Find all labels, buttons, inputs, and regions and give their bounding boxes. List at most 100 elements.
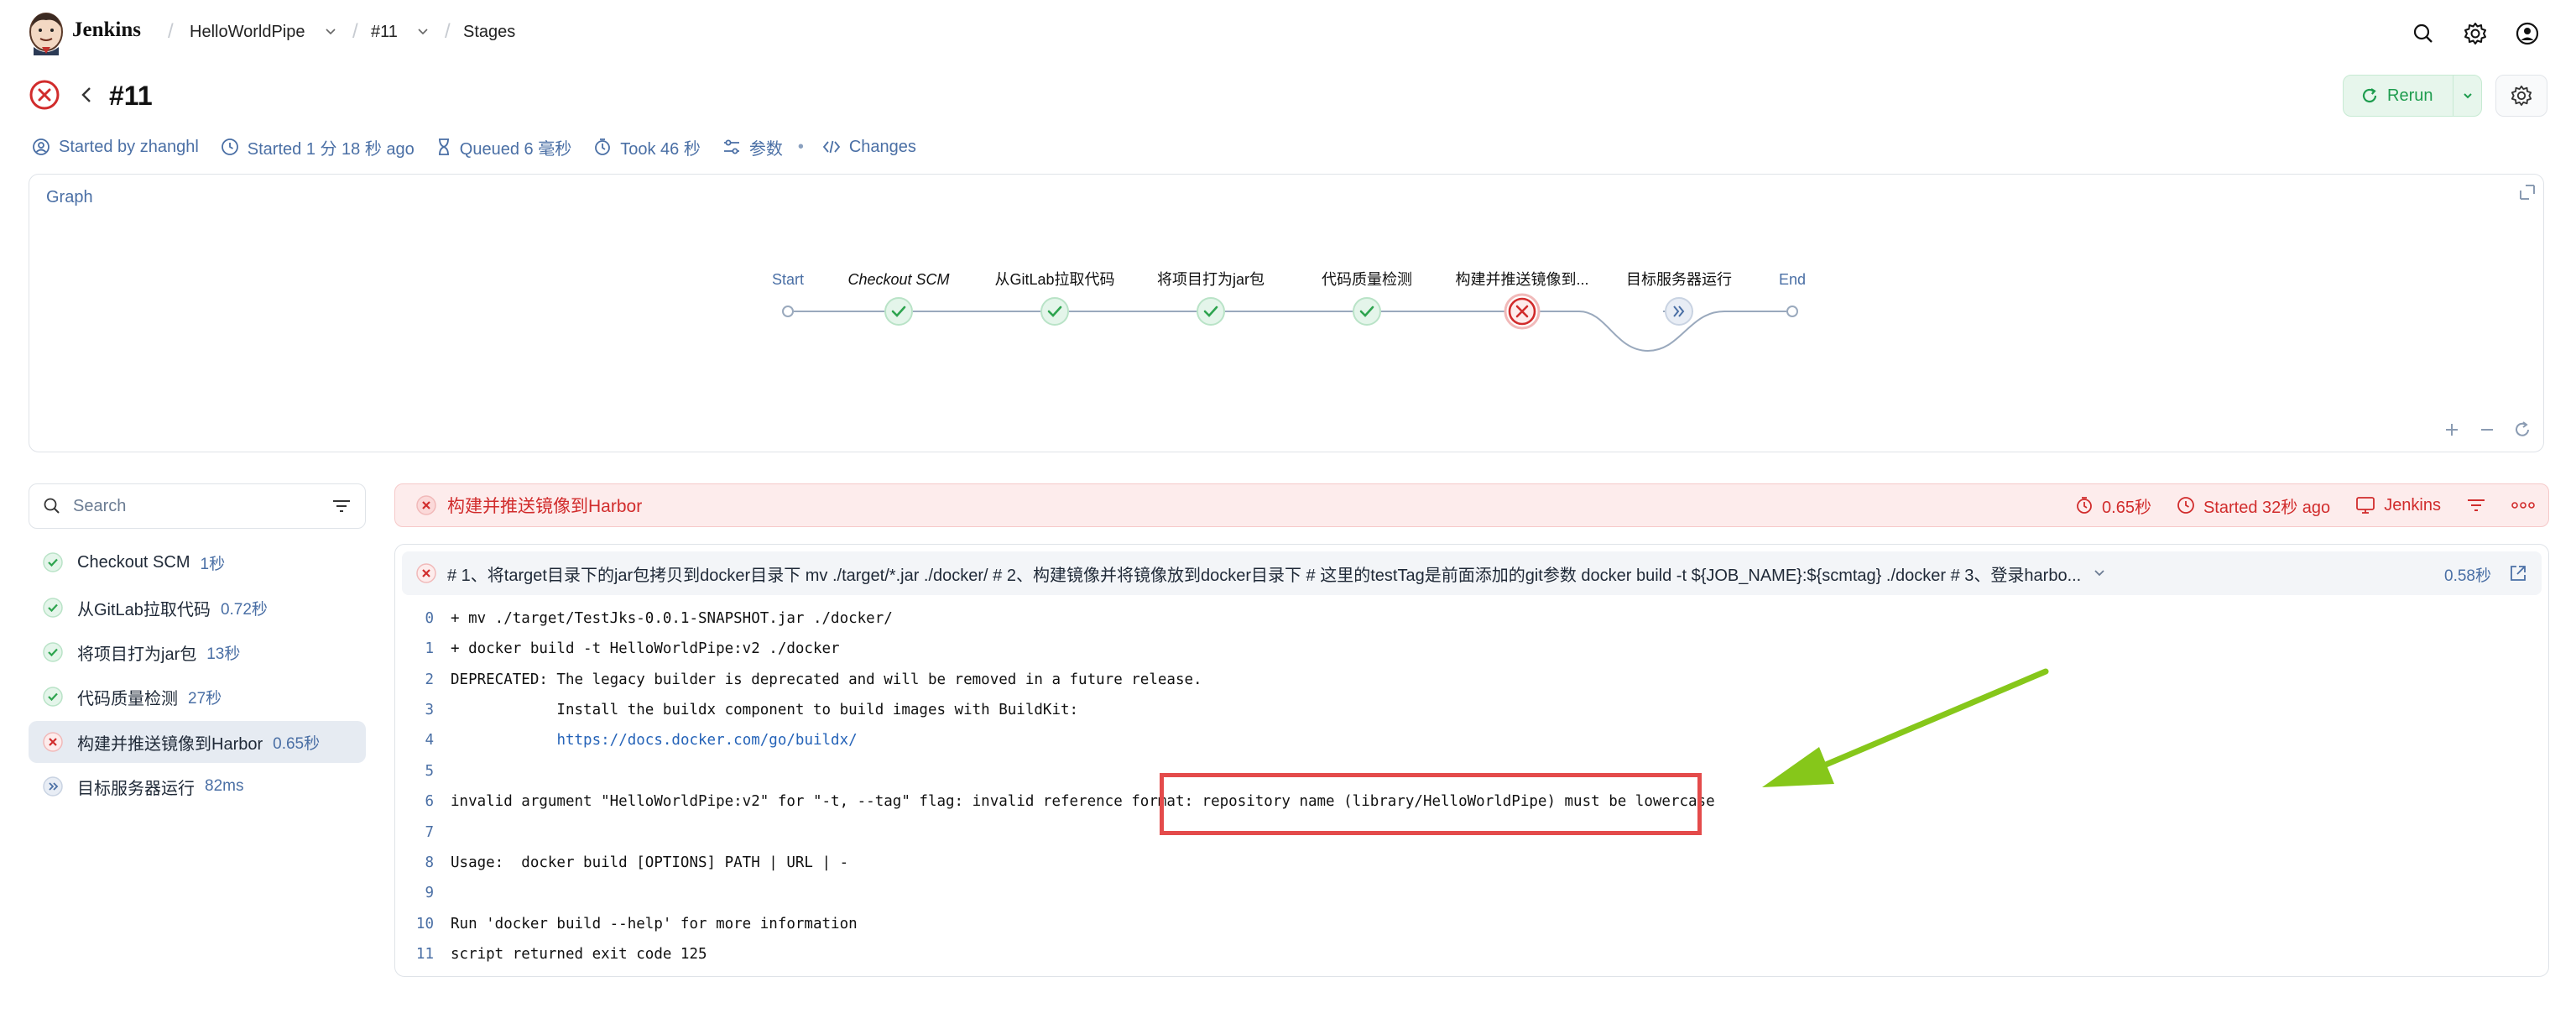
clock-icon: [221, 138, 238, 155]
rerun-button-group: Rerun: [2343, 75, 2482, 117]
log-line: 2 DEPRECATED: The legacy builder is depre…: [395, 665, 1202, 695]
gear-icon[interactable]: [2460, 18, 2490, 49]
graph-end-label: End: [1779, 271, 1806, 288]
jenkins-logo-icon[interactable]: [25, 10, 67, 55]
stage-label: 将项目打为jar包: [77, 645, 197, 664]
failed-x-icon: [416, 563, 436, 583]
chevron-down-icon[interactable]: [416, 25, 430, 39]
stage-list-item[interactable]: Checkout SCM 1秒: [29, 541, 366, 583]
graph-stage-label: 目标服务器运行: [1626, 271, 1732, 288]
log-line: 5: [395, 756, 451, 786]
graph-node-skipped[interactable]: [1665, 297, 1693, 326]
line-number: 11: [415, 946, 434, 963]
line-number: 9: [425, 885, 434, 901]
graph-node-success[interactable]: [1197, 297, 1225, 326]
log-line: 10 Run 'docker build --help' for more inf…: [395, 909, 858, 939]
refresh-icon: [2362, 88, 2377, 103]
started-by-text: Started by zhanghl: [59, 137, 199, 156]
annotation-arrow-icon: [1762, 668, 2049, 787]
parameters-link[interactable]: 参数: [722, 135, 783, 159]
chevron-down-icon[interactable]: [2093, 567, 2106, 580]
graph-node-success[interactable]: [1040, 297, 1069, 326]
breadcrumb-separator: /: [352, 20, 358, 43]
step-command-text: # 1、将target目录下的jar包拷贝到docker目录下 mv ./tar…: [447, 566, 2082, 585]
build-title: #11: [109, 81, 153, 111]
computer-icon: [2356, 497, 2375, 514]
step-duration: 0.58秒: [2444, 567, 2491, 585]
stage-duration: 0.72秒: [220, 600, 268, 619]
user-account-icon[interactable]: [2512, 18, 2542, 49]
hourglass-icon: [438, 138, 449, 155]
stage-agent[interactable]: Jenkins: [2355, 496, 2441, 515]
reset-zoom-icon[interactable]: [2516, 421, 2529, 436]
chevron-down-icon: [2463, 93, 2472, 99]
brand-name[interactable]: Jenkins: [72, 18, 141, 42]
clock-icon: [2177, 497, 2194, 514]
stage-list-item[interactable]: 将项目打为jar包 13秒: [29, 631, 366, 673]
stage-started: Started 32秒 ago: [2177, 494, 2330, 518]
agent-text: Jenkins: [2384, 495, 2441, 514]
breadcrumb-job[interactable]: HelloWorldPipe: [190, 23, 305, 42]
stage-started-text: Started 32秒 ago: [2203, 498, 2331, 517]
line-number: 8: [425, 854, 434, 871]
success-check-icon: [43, 687, 63, 707]
graph-node-success[interactable]: [1353, 297, 1381, 326]
rerun-button[interactable]: Rerun: [2344, 76, 2453, 116]
settings-button[interactable]: [2495, 75, 2547, 117]
success-check-icon: [43, 642, 63, 662]
stage-duration: 0.65秒: [273, 734, 321, 753]
filter-icon[interactable]: [2466, 497, 2486, 514]
changes-text: Changes: [848, 137, 916, 156]
pipeline-graph: Start Checkout SCM 从GitLab拉取代码 将项目打为jar包…: [772, 185, 2535, 436]
changes-link[interactable]: Changes: [822, 138, 916, 157]
breadcrumb-stages[interactable]: Stages: [463, 23, 515, 42]
stage-duration: 1秒: [200, 555, 226, 573]
breadcrumb-build[interactable]: #11: [371, 23, 398, 42]
log-text: Install the buildx component to build im…: [451, 702, 1079, 718]
line-number: 7: [425, 824, 434, 841]
stage-duration: 82ms: [205, 777, 244, 795]
line-number: 4: [425, 732, 434, 749]
breadcrumb-separator: /: [168, 20, 174, 43]
open-external-icon[interactable]: [2508, 563, 2528, 583]
search-icon[interactable]: [2408, 18, 2438, 49]
timer-icon: [2077, 497, 2092, 514]
stage-list-item[interactable]: 目标服务器运行 82ms: [29, 765, 366, 807]
stage-label: 构建并推送镜像到Harbor: [77, 734, 263, 754]
graph-node-success[interactable]: [884, 297, 913, 326]
rerun-options-dropdown[interactable]: [2453, 76, 2481, 116]
buildx-docs-link[interactable]: https://docs.docker.com/go/buildx/: [556, 732, 857, 749]
stage-duration: 0.65秒: [2075, 494, 2151, 518]
graph-node-failed[interactable]: [1504, 293, 1541, 330]
gear-icon: [2511, 85, 2532, 107]
step-log-panel: # 1、将target目录下的jar包拷贝到docker目录下 mv ./tar…: [394, 544, 2549, 977]
duration: Took 46 秒: [593, 135, 701, 159]
selected-stage-header: 构建并推送镜像到Harbor 0.65秒 Started 32秒 ago Jen…: [394, 483, 2549, 527]
log-text: + docker build -t HelloWorldPipe:v2 ./do…: [451, 640, 840, 657]
success-check-icon: [43, 552, 63, 572]
started-by[interactable]: Started by zhanghl: [32, 138, 199, 157]
filter-icon[interactable]: [331, 498, 352, 514]
stage-list-item-selected[interactable]: 构建并推送镜像到Harbor 0.65秒: [29, 721, 366, 763]
error-highlight-box: [1160, 773, 1702, 835]
failed-x-icon: [416, 495, 436, 515]
params-text: 参数: [748, 139, 783, 159]
search-input[interactable]: [73, 496, 325, 516]
chevron-down-icon[interactable]: [324, 25, 337, 39]
graph-end-node: [1786, 306, 1798, 317]
back-arrow-icon[interactable]: [77, 85, 96, 105]
started-time: Started 1 分 18 秒 ago: [221, 135, 415, 159]
stage-duration-text: 0.65秒: [2102, 498, 2151, 517]
stage-list-item[interactable]: 代码质量检测 27秒: [29, 676, 366, 718]
expand-graph-icon[interactable]: [2520, 185, 2535, 200]
build-failed-status-icon: [29, 80, 60, 110]
graph-stage-label: 构建并推送镜像到...: [1455, 271, 1588, 288]
stage-list-item[interactable]: 从GitLab拉取代码 0.72秒: [29, 587, 366, 629]
stage-label: Checkout SCM: [77, 552, 190, 572]
step-command-bar[interactable]: # 1、将target目录下的jar包拷贝到docker目录下 mv ./tar…: [402, 551, 2542, 595]
more-options-icon[interactable]: [2511, 501, 2535, 509]
log-text: Run 'docker build --help' for more infor…: [451, 916, 858, 932]
zoom-in-icon[interactable]: [2446, 424, 2458, 436]
log-line: 11 script returned exit code 125: [395, 939, 707, 969]
line-number: 5: [425, 763, 434, 780]
